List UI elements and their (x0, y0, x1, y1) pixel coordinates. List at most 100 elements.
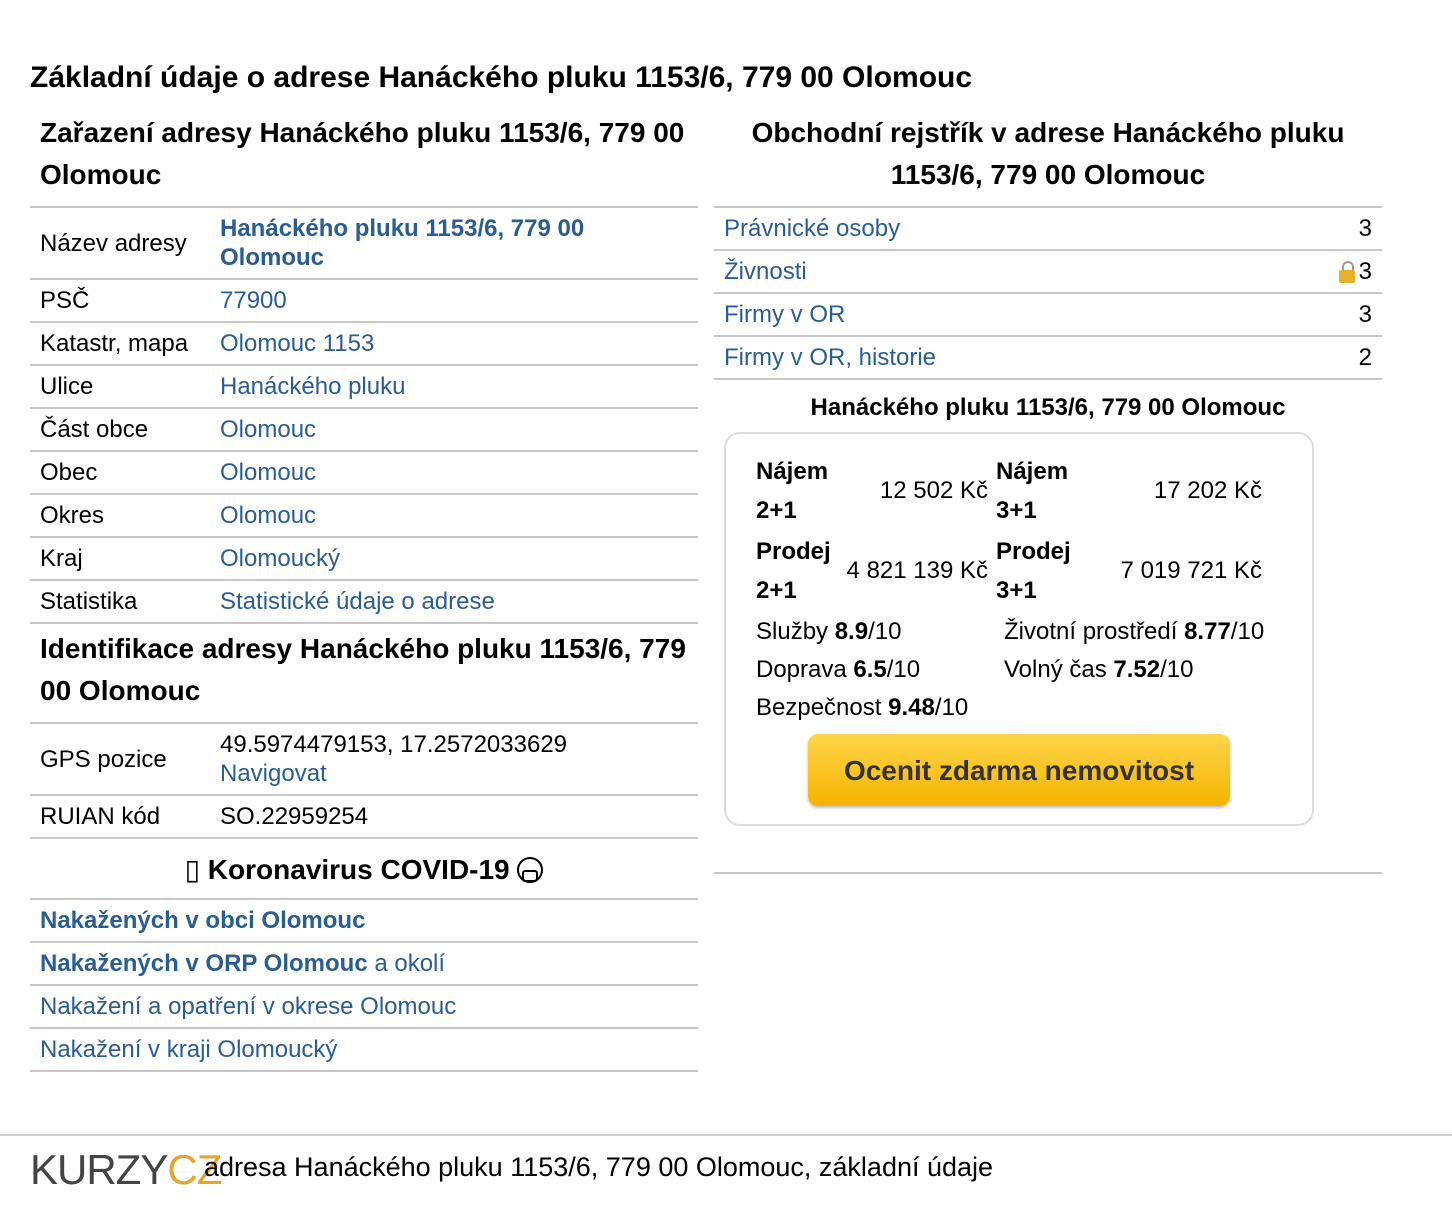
table-row: Statistika Statistické údaje o adrese (30, 579, 698, 624)
covid-obec-link[interactable]: Nakažených v obci Olomouc (40, 907, 365, 934)
row-key: Část obce (30, 407, 210, 451)
footer-caption: adresa Hanáckého pluku 1153/6, 779 00 Ol… (204, 1152, 994, 1182)
rent-31-value: 17 202 Kč (1153, 477, 1262, 504)
free-valuation-button[interactable]: Ocenit zdarma nemovitost (808, 734, 1230, 806)
list-item: Nakažených v ORP Olomouc a okolí (30, 941, 698, 984)
register-count: 2 (1257, 335, 1382, 380)
score-value: 6.5 (853, 656, 887, 683)
gps-cell: 49.5974479153, 17.2572033629 Navigovat (210, 722, 698, 795)
table-row: Obec Olomouc (30, 450, 698, 494)
rent-31-label: Nájem 3+1 (996, 458, 1069, 524)
footer: KURZYCZ adresa Hanáckého pluku 1153/6, 7… (0, 1134, 1452, 1214)
register-label: Právnické osoby (714, 206, 1258, 250)
leisure-score: Volný čas 7.52/10 (1004, 656, 1304, 684)
services-score: Služby 8.9/10 (756, 618, 1004, 646)
sale-31-value: 7 019 721 Kč (1120, 557, 1262, 584)
psc-link[interactable]: 77900 (220, 287, 287, 314)
cadastre-link[interactable]: Olomouc 1153 (220, 330, 374, 357)
left-column: Zařazení adresy Hanáckého pluku 1153/6, … (30, 110, 698, 1072)
covid-okres-link[interactable]: Nakažení a opatření v okrese Olomouc (40, 993, 456, 1020)
row-key: Obec (30, 450, 210, 494)
covid-kraj-link[interactable]: Nakažení v kraji Olomoucký (40, 1036, 337, 1063)
street-link[interactable]: Hanáckého pluku (220, 373, 405, 400)
row-value: Hanáckého pluku (210, 364, 698, 408)
address-name-link[interactable]: Hanáckého pluku 1153/6, 779 00 Olomouc (220, 215, 584, 271)
score-label: Volný čas (1004, 656, 1114, 683)
covid-orp-link[interactable]: Nakažených v ORP Olomouc (40, 950, 368, 977)
score-max: /10 (1230, 618, 1265, 645)
legal-entities-link[interactable]: Právnické osoby (724, 215, 900, 242)
row-value: Olomouc 1153 (210, 321, 698, 365)
register-table: Právnické osoby 3 Živnosti 3 Firmy v OR … (714, 206, 1382, 380)
covid-prefix-glyph: ▯ (184, 854, 200, 885)
score-value: 8.77 (1184, 618, 1231, 645)
row-key: Okres (30, 493, 210, 537)
table-row: Firmy v OR 3 (714, 292, 1382, 336)
statistics-link[interactable]: Statistické údaje o adrese (220, 588, 495, 615)
right-column: Obchodní rejstřík v adrese Hanáckého plu… (714, 110, 1382, 874)
region-link[interactable]: Olomoucký (220, 545, 340, 572)
table-row: RUIAN kód SO.22959254 (30, 794, 698, 839)
table-row: Okres Olomouc (30, 493, 698, 537)
covid-links-list: Nakažených v obci Olomouc Nakažených v O… (30, 898, 698, 1072)
companies-link[interactable]: Firmy v OR (724, 301, 845, 328)
municipality-link[interactable]: Olomouc (220, 459, 316, 486)
trades-link[interactable]: Živnosti (724, 258, 807, 285)
row-key: PSČ (30, 278, 210, 322)
sale-31-label: Prodej 3+1 (996, 538, 1071, 604)
register-count: 3 (1358, 258, 1372, 285)
gps-value: 49.5974479153, 17.2572033629 (220, 731, 568, 758)
city-part-link[interactable]: Olomouc (220, 416, 316, 443)
row-key: Katastr, mapa (30, 321, 210, 365)
sale-21-label: Prodej 2+1 (756, 538, 831, 604)
table-row: PSČ 77900 (30, 278, 698, 322)
row-value: Olomouc (210, 493, 698, 537)
gps-label: GPS pozice (30, 722, 210, 795)
register-count: 3 (1257, 292, 1382, 336)
row-value: Olomoucký (210, 536, 698, 580)
score-label: Životní prostředí (1004, 618, 1185, 645)
register-label: Živnosti (714, 249, 1258, 293)
property-address-heading: Hanáckého pluku 1153/6, 779 00 Olomouc (810, 394, 1286, 421)
table-row: Část obce Olomouc (30, 407, 698, 451)
register-title: Obchodní rejstřík v adrese Hanáckého plu… (751, 117, 1345, 190)
row-value: Olomouc (210, 407, 698, 451)
ruian-value: SO.22959254 (210, 794, 698, 839)
row-key: Statistika (30, 579, 210, 624)
companies-history-link[interactable]: Firmy v OR, historie (724, 344, 936, 371)
score-label: Bezpečnost (756, 694, 889, 721)
rent-21-label: Nájem 2+1 (756, 458, 829, 524)
table-row: Kraj Olomoucký (30, 536, 698, 580)
sale-21-value: 4 821 139 Kč (846, 557, 988, 584)
face-mask-icon (517, 857, 544, 883)
list-item: Nakažení a opatření v okrese Olomouc (30, 984, 698, 1027)
ruian-label: RUIAN kód (30, 794, 210, 839)
price-grid: Nájem 2+1 12 502 Kč Nájem 3+1 17 202 Kč … (756, 452, 1282, 610)
row-key: Ulice (30, 364, 210, 408)
table-row: Právnické osoby 3 (714, 206, 1382, 250)
row-value: Hanáckého pluku 1153/6, 779 00 Olomouc (210, 206, 698, 279)
property-estimate-card: Nájem 2+1 12 502 Kč Nájem 3+1 17 202 Kč … (724, 432, 1314, 826)
covid-heading: ▯ Koronavirus COVID-19 (30, 839, 698, 898)
identification-table: GPS pozice 49.5974479153, 17.2572033629 … (30, 722, 698, 839)
table-row: Katastr, mapa Olomouc 1153 (30, 321, 698, 365)
row-key: Kraj (30, 536, 210, 580)
classification-title: Zařazení adresy Hanáckého pluku 1153/6, … (40, 117, 685, 190)
row-value: Olomouc (210, 450, 698, 494)
divider (714, 872, 1382, 874)
row-value: Statistické údaje o adrese (210, 579, 698, 624)
covid-orp-suffix: a okolí (367, 950, 446, 977)
lock-icon[interactable] (1338, 261, 1355, 283)
score-value: 8.9 (834, 618, 869, 645)
score-value: 9.48 (888, 694, 935, 721)
district-link[interactable]: Olomouc (220, 502, 316, 529)
register-count: 3 (1257, 206, 1382, 250)
scores-grid: Služby 8.9/10 Životní prostředí 8.77/10 … (756, 618, 1282, 722)
score-max: /10 (868, 618, 902, 645)
score-max: /10 (1160, 656, 1194, 683)
score-max: /10 (934, 694, 969, 721)
rent-21-value: 12 502 Kč (879, 477, 988, 504)
kurzy-logo[interactable]: KURZYCZ (30, 1146, 222, 1194)
navigate-link[interactable]: Navigovat (220, 760, 327, 787)
list-item: Nakažení v kraji Olomoucký (30, 1027, 698, 1072)
